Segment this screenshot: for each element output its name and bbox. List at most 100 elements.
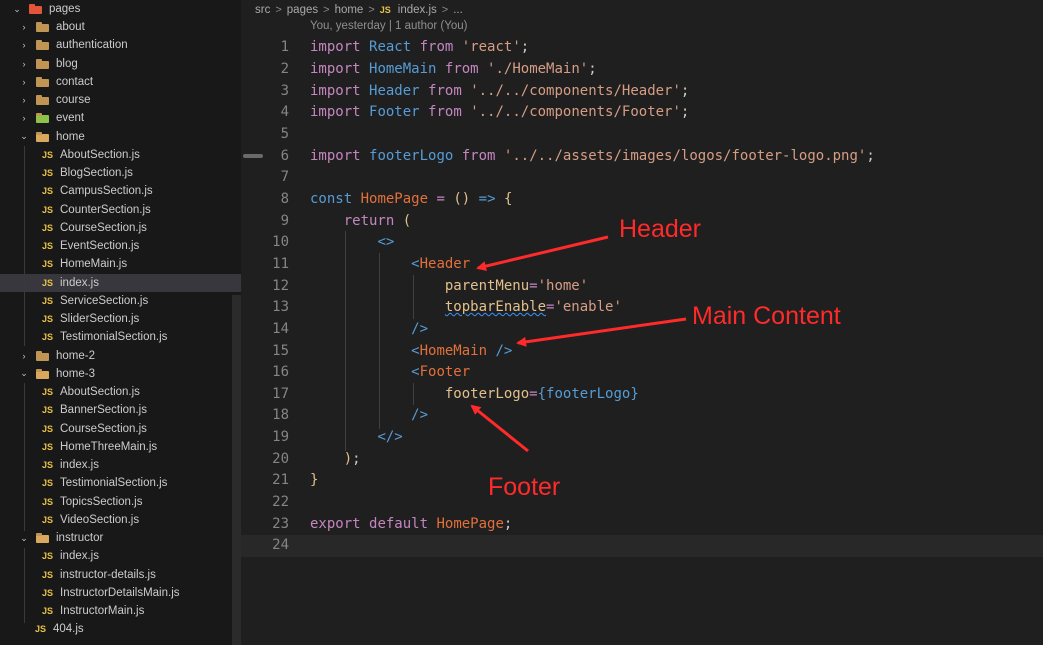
code-line[interactable]: 17 footerLogo={footerLogo} — [241, 384, 1043, 406]
code-line[interactable]: 19 </> — [241, 427, 1043, 449]
line-number: 11 — [272, 255, 289, 272]
file-item[interactable]: JS index.js — [0, 273, 241, 292]
file-item[interactable]: JS BlogSection.js — [0, 164, 241, 182]
file-item[interactable]: JS HomeMain.js — [0, 255, 241, 273]
file-item[interactable]: JS BannerSection.js — [0, 401, 241, 419]
annotation-footer: Footer — [488, 473, 561, 501]
folder-item[interactable]: › blog — [0, 55, 241, 73]
file-item[interactable]: JS index.js — [0, 547, 241, 565]
code-line[interactable]: 24 — [241, 535, 1043, 557]
folder-item[interactable]: › about — [0, 18, 241, 36]
git-blame-lens[interactable]: You, yesterday | 1 author (You) — [310, 20, 468, 32]
code-token: ( — [402, 212, 412, 229]
code-line[interactable]: 22 — [241, 492, 1043, 514]
code-editor[interactable]: src > pages > home > JS index.js > ... Y… — [241, 0, 1043, 645]
code-token: ; — [588, 61, 597, 78]
code-line[interactable]: 13 topbarEnable='enable' — [241, 297, 1043, 319]
code-line[interactable]: 8 const HomePage = () => { — [241, 189, 1043, 211]
tree-item-label: index.js — [60, 459, 99, 472]
folder-item[interactable]: ⌄ home-3 — [0, 365, 241, 383]
code-line[interactable]: 5 — [241, 124, 1043, 146]
file-item[interactable]: JS AboutSection.js — [0, 383, 241, 401]
file-item[interactable]: JS InstructorMain.js — [0, 602, 241, 620]
code-token: } — [630, 385, 639, 402]
file-item[interactable]: JS AboutSection.js — [0, 146, 241, 164]
explorer-root-folder[interactable]: ⌄ pages — [0, 0, 241, 18]
file-item[interactable]: JS index.js — [0, 456, 241, 474]
file-item[interactable]: JS EventSection.js — [0, 237, 241, 255]
tree-item-label: EventSection.js — [60, 240, 140, 253]
file-item[interactable]: JS CampusSection.js — [0, 182, 241, 200]
js-file-icon: JS — [42, 295, 54, 306]
file-item[interactable]: JS ServiceSection.js — [0, 292, 241, 310]
line-number: 2 — [280, 61, 289, 78]
line-number: 16 — [272, 364, 289, 381]
file-item[interactable]: JS CourseSection.js — [0, 219, 241, 237]
code-text: } — [310, 470, 318, 492]
folder-item[interactable]: › home-2 — [0, 347, 241, 365]
code-line[interactable]: 23 export default HomePage; — [241, 514, 1043, 536]
line-number: 21 — [272, 472, 289, 489]
code-token: import — [310, 147, 361, 164]
folder-item[interactable]: › event — [0, 109, 241, 127]
folder-item[interactable]: › course — [0, 91, 241, 109]
breadcrumb-item-home[interactable]: home — [335, 4, 364, 16]
code-token: HomePage — [436, 515, 504, 532]
code-line[interactable]: 14 /> — [241, 319, 1043, 341]
js-file-icon: JS — [42, 277, 54, 288]
code-line[interactable]: 20 ); — [241, 449, 1043, 471]
file-item[interactable]: JS TopicsSection.js — [0, 493, 241, 511]
code-line[interactable]: 4 import Footer from '../../components/Fo… — [241, 102, 1043, 124]
file-item[interactable]: JS SliderSection.js — [0, 310, 241, 328]
code-line[interactable]: 21} — [241, 470, 1043, 492]
js-file-icon: JS — [42, 606, 54, 617]
code-text: footerLogo={footerLogo} — [310, 384, 639, 406]
code-line[interactable]: 7 — [241, 167, 1043, 189]
file-item[interactable]: JS CourseSection.js — [0, 420, 241, 438]
folder-item[interactable]: › contact — [0, 73, 241, 91]
code-text: import React from 'react'; — [310, 37, 529, 59]
breadcrumb-item-file[interactable]: index.js — [398, 4, 437, 16]
file-item[interactable]: JS VideoSection.js — [0, 511, 241, 529]
sidebar-scrollbar[interactable] — [232, 295, 241, 645]
file-item[interactable]: JS 404.js — [0, 620, 241, 638]
code-token: import — [310, 82, 361, 99]
file-item[interactable]: JS CounterSection.js — [0, 201, 241, 219]
code-line[interactable]: 16 <Footer — [241, 362, 1043, 384]
breadcrumb-item-src[interactable]: src — [255, 4, 270, 16]
file-item[interactable]: JS instructor-details.js — [0, 566, 241, 584]
file-item[interactable]: JS HomeThreeMain.js — [0, 438, 241, 456]
code-line[interactable]: 1 import React from 'react'; — [241, 37, 1043, 59]
code-line[interactable]: 3 import Header from '../../components/He… — [241, 81, 1043, 103]
folder-item[interactable]: ⌄ home — [0, 128, 241, 146]
code-token: from — [419, 39, 454, 56]
tree-item-label: home-2 — [56, 349, 95, 362]
file-item[interactable]: JS TestimonialSection.js — [0, 474, 241, 492]
code-line[interactable]: 6 import footerLogo from '../../assets/im… — [241, 146, 1043, 168]
tree-indent-guide — [24, 383, 25, 531]
file-item[interactable]: JS TestimonialSection.js — [0, 328, 241, 346]
breadcrumb-item-more[interactable]: ... — [453, 4, 463, 16]
indent-guide — [379, 253, 380, 429]
folder-open-icon — [36, 368, 49, 379]
code-text: const HomePage = () => { — [310, 189, 512, 211]
tree-item-label: HomeMain.js — [60, 258, 128, 271]
folder-item[interactable]: ⌄ instructor — [0, 529, 241, 547]
code-line[interactable]: 11 <Header — [241, 254, 1043, 276]
breadcrumb-item-pages[interactable]: pages — [287, 4, 318, 16]
code-line[interactable]: 15 <HomeMain /> — [241, 341, 1043, 363]
line-number: 6 — [280, 147, 289, 164]
folder-item[interactable]: › authentication — [0, 36, 241, 54]
code-line[interactable]: 2 import HomeMain from './HomeMain'; — [241, 59, 1043, 81]
code-line[interactable]: 18 /> — [241, 405, 1043, 427]
line-number: 5 — [280, 126, 289, 142]
file-item[interactable]: JS InstructorDetailsMain.js — [0, 584, 241, 602]
tree-item-label: VideoSection.js — [60, 513, 140, 526]
code-line[interactable]: 12 parentMenu='home' — [241, 276, 1043, 298]
